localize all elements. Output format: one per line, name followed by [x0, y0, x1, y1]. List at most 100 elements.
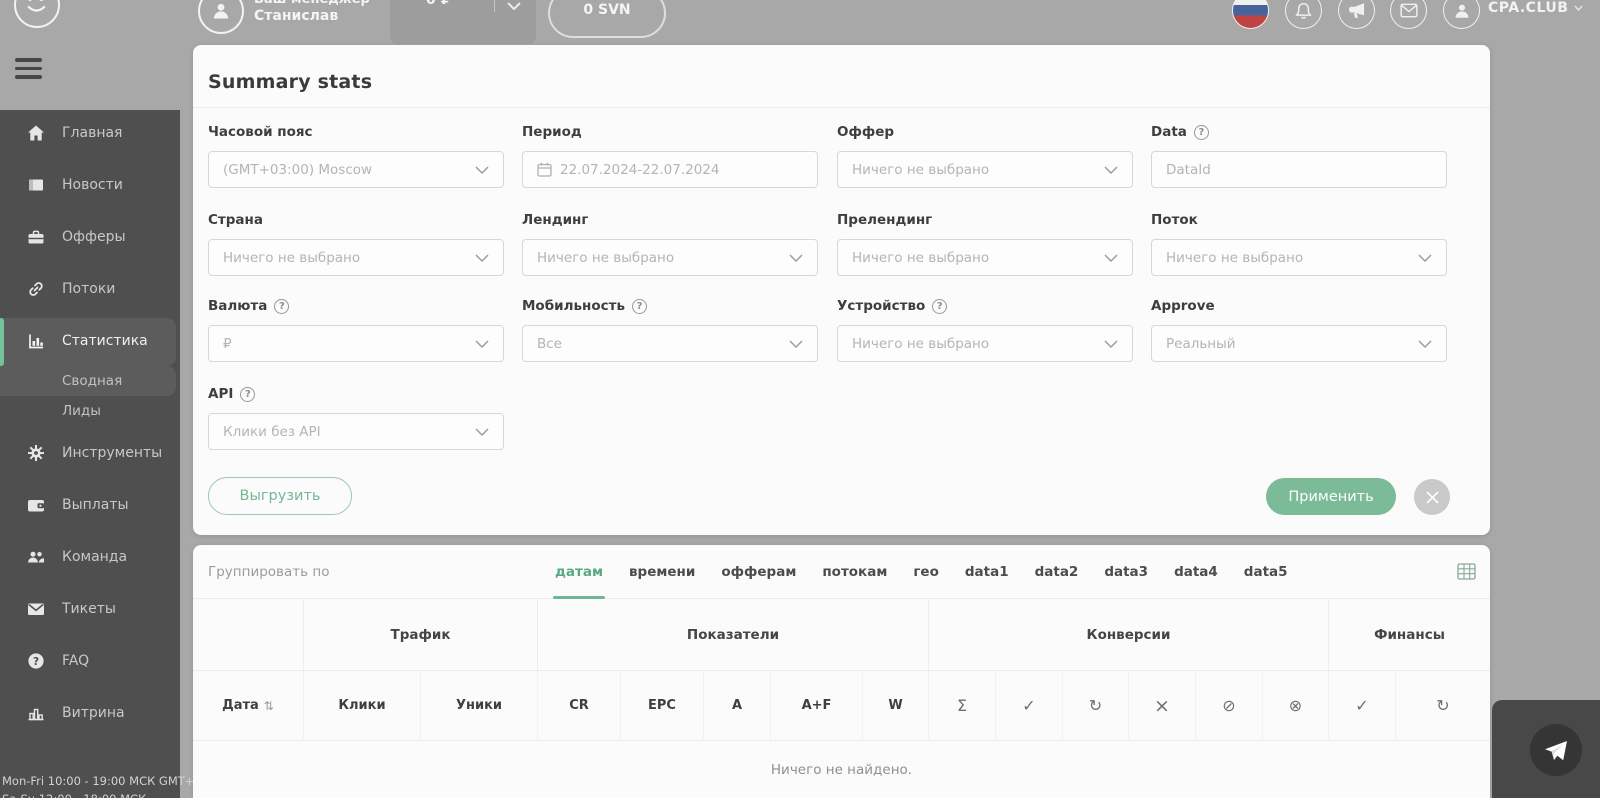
calendar-icon: [537, 162, 552, 177]
column-header-sum-icon[interactable]: Σ: [928, 671, 995, 740]
column-header-a-plus-f[interactable]: A+F: [770, 671, 862, 740]
dataid-input[interactable]: [1151, 151, 1447, 188]
country-select[interactable]: Ничего не выбрано: [208, 239, 504, 276]
help-icon[interactable]: ?: [240, 386, 256, 402]
svg-text:?: ?: [32, 656, 38, 668]
filter-timezone: Часовой пояс (GMT+03:00) Moscow: [208, 123, 504, 188]
support-schedule-line2: Sa-Su 12:00 - 18:00 МСК: [2, 792, 146, 798]
currency-select[interactable]: ₽: [208, 325, 504, 362]
column-header-cr[interactable]: CR: [537, 671, 620, 740]
sidebar-subitem-label: Лиды: [62, 403, 101, 419]
chevron-down-icon: [1104, 253, 1118, 262]
sidebar-subitem-leads[interactable]: Лиды: [0, 400, 180, 422]
timezone-select[interactable]: (GMT+03:00) Moscow: [208, 151, 504, 188]
export-button[interactable]: Выгрузить: [208, 477, 352, 515]
tab-data4[interactable]: data4: [1174, 545, 1218, 599]
messages-mail-icon[interactable]: [1390, 0, 1427, 29]
column-header-hold-refresh-icon[interactable]: ↻: [1395, 671, 1490, 740]
column-header-trash-slash-icon[interactable]: ⊘: [1195, 671, 1262, 740]
filter-stream: Поток Ничего не выбрано: [1151, 211, 1447, 276]
telegram-button[interactable]: [1530, 724, 1582, 776]
prelanding-select[interactable]: Ничего не выбрано: [837, 239, 1133, 276]
api-select[interactable]: Клики без API: [208, 413, 504, 450]
columns-chart-icon: [26, 704, 45, 723]
tab-time[interactable]: времени: [629, 545, 695, 599]
column-header-duplicate-circle-x-icon[interactable]: ⊗: [1262, 671, 1328, 740]
sidebar-item-home[interactable]: Главная: [0, 122, 180, 144]
sidebar-item-showcase[interactable]: Витрина: [0, 702, 180, 724]
column-header-clicks[interactable]: Клики: [303, 671, 420, 740]
column-header-rejected-x-icon[interactable]: ×: [1128, 671, 1195, 740]
column-header-paid-check-icon[interactable]: ✓: [1328, 671, 1395, 740]
help-icon[interactable]: ?: [1193, 124, 1209, 140]
sidebar-item-tickets[interactable]: Тикеты: [0, 598, 180, 620]
stream-select[interactable]: Ничего не выбрано: [1151, 239, 1447, 276]
svn-balance-button[interactable]: 0 SVN: [548, 0, 666, 38]
hamburger-menu-icon[interactable]: [15, 58, 42, 84]
apply-button[interactable]: Применить: [1266, 478, 1396, 515]
sidebar-item-statistics[interactable]: Статистика: [0, 330, 180, 352]
landing-select[interactable]: Ничего не выбрано: [522, 239, 818, 276]
device-select[interactable]: Ничего не выбрано: [837, 325, 1133, 362]
column-header-approved-check-icon[interactable]: ✓: [995, 671, 1062, 740]
tab-streams[interactable]: потокам: [822, 545, 887, 599]
sidebar-item-label: FAQ: [62, 653, 90, 669]
grouping-label: Группировать по: [208, 564, 330, 580]
tab-data3[interactable]: data3: [1104, 545, 1148, 599]
column-header-epc[interactable]: EPC: [620, 671, 703, 740]
account-user-icon[interactable]: [1443, 0, 1480, 29]
balance-selector[interactable]: 0 ₽: [390, 0, 536, 44]
notifications-bell-icon[interactable]: [1285, 0, 1322, 29]
tab-dates[interactable]: датам: [553, 545, 605, 599]
chevron-down-icon: [475, 253, 489, 262]
column-header-pending-refresh-icon[interactable]: ↻: [1062, 671, 1128, 740]
sort-icon[interactable]: ⇅: [264, 699, 274, 713]
column-settings-grid-icon[interactable]: [1457, 563, 1476, 584]
help-icon[interactable]: ?: [274, 298, 290, 314]
briefcase-icon: [26, 228, 45, 247]
period-date-input[interactable]: 22.07.2024-22.07.2024: [522, 151, 818, 188]
announcements-megaphone-icon[interactable]: [1338, 0, 1375, 29]
sidebar-item-label: Новости: [62, 177, 123, 193]
filter-mobility: Мобильность? Все: [522, 297, 818, 362]
sidebar-item-team[interactable]: Команда: [0, 546, 180, 568]
sidebar-item-offers[interactable]: Офферы: [0, 226, 180, 248]
column-header-w[interactable]: W: [862, 671, 928, 740]
column-header-uniques[interactable]: Уники: [420, 671, 537, 740]
tab-data1[interactable]: data1: [965, 545, 1009, 599]
help-icon[interactable]: ?: [932, 298, 948, 314]
manager-label: Ваш менеджер: [254, 0, 370, 8]
mobility-select[interactable]: Все: [522, 325, 818, 362]
gear-icon: [26, 444, 45, 463]
sidebar-item-tools[interactable]: Инструменты: [0, 442, 180, 464]
language-flag-icon[interactable]: [1232, 0, 1269, 29]
filter-api: API? Клики без API: [208, 385, 504, 450]
sidebar-item-streams[interactable]: Потоки: [0, 278, 180, 300]
sidebar-item-news[interactable]: Новости: [0, 174, 180, 196]
column-header-a[interactable]: A: [703, 671, 770, 740]
brand-logo-icon[interactable]: [14, 0, 60, 28]
filter-label: Устройство: [837, 298, 926, 314]
sidebar-subitem-summary[interactable]: Сводная: [0, 370, 180, 392]
tab-data2[interactable]: data2: [1035, 545, 1079, 599]
sidebar-item-faq[interactable]: ? FAQ: [0, 650, 180, 672]
sidebar-item-label: Главная: [62, 125, 123, 141]
filter-data: Data?: [1151, 123, 1447, 188]
close-filters-button[interactable]: [1414, 479, 1450, 515]
tab-geo[interactable]: гео: [913, 545, 938, 599]
filter-prelanding: Прелендинг Ничего не выбрано: [837, 211, 1133, 276]
chevron-down-icon[interactable]: [506, 0, 522, 15]
filter-label: Валюта: [208, 298, 268, 314]
help-icon[interactable]: ?: [631, 298, 647, 314]
filter-label: Прелендинг: [837, 212, 933, 228]
column-header-date[interactable]: Дата ⇅: [193, 671, 303, 740]
sidebar-item-label: Тикеты: [62, 601, 116, 617]
chevron-down-icon: [1418, 339, 1432, 348]
brand-menu[interactable]: CPA.CLUB: [1488, 0, 1584, 16]
tab-offers[interactable]: офферам: [721, 545, 796, 599]
tab-data5[interactable]: data5: [1244, 545, 1288, 599]
offer-select[interactable]: Ничего не выбрано: [837, 151, 1133, 188]
approve-select[interactable]: Реальный: [1151, 325, 1447, 362]
sidebar-item-payouts[interactable]: Выплаты: [0, 494, 180, 516]
sidebar-item-label: Инструменты: [62, 445, 163, 461]
